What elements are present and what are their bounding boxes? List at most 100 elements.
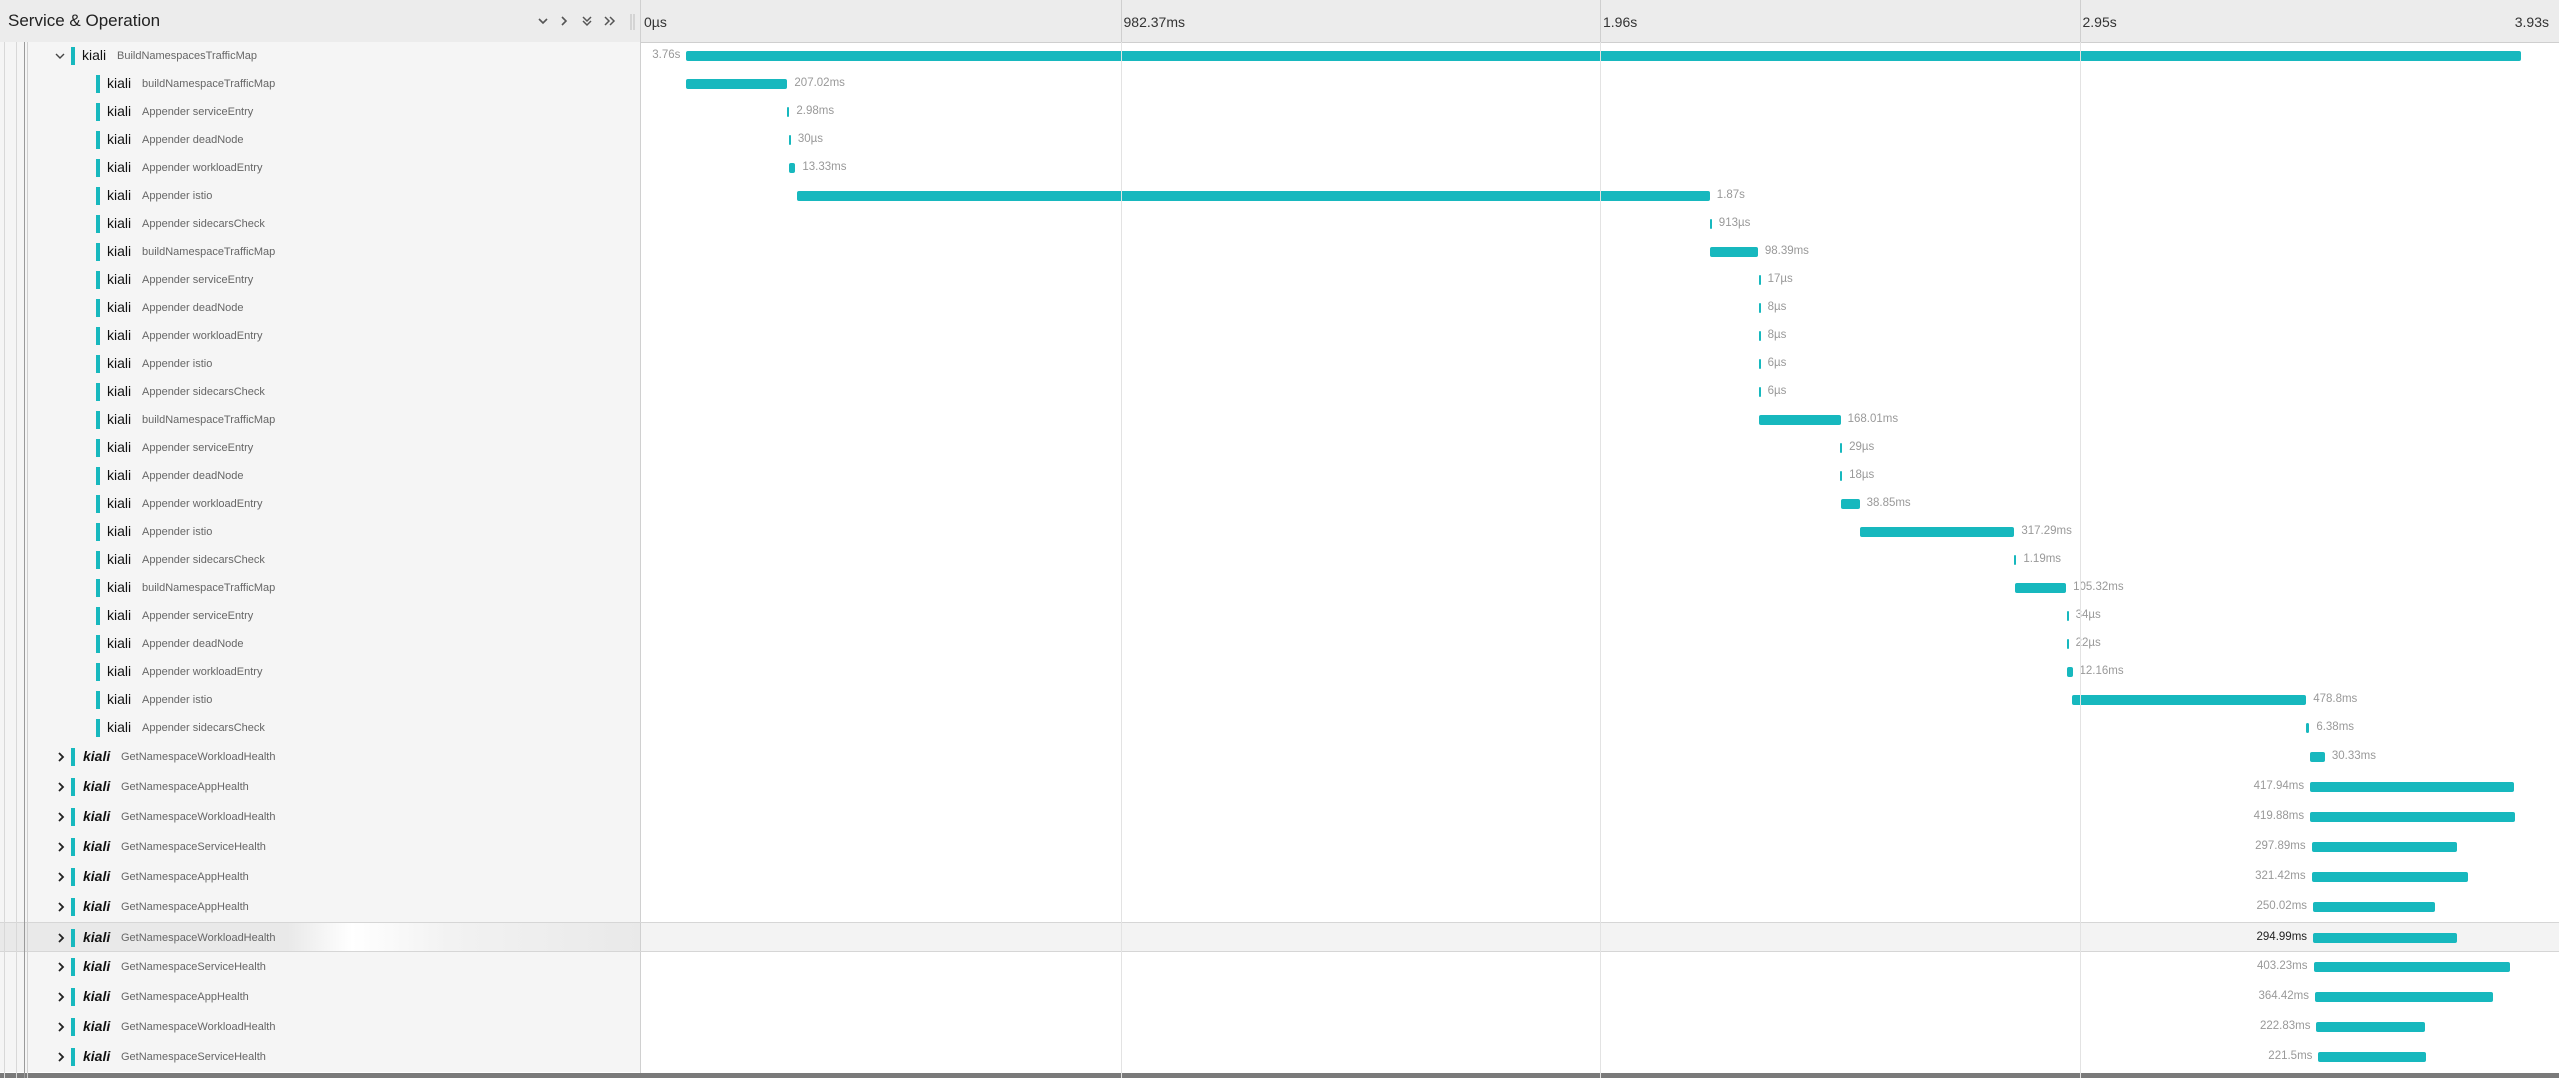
- span-row[interactable]: kiali Appender istio 1.87s: [0, 182, 2559, 210]
- span-name-cell[interactable]: kiali buildNamespaceTrafficMap: [0, 574, 640, 602]
- span-duration-bar[interactable]: [1758, 275, 1761, 285]
- span-row[interactable]: kiali GetNamespaceAppHealth 364.42ms: [0, 982, 2559, 1012]
- span-duration-bar[interactable]: [2313, 902, 2436, 912]
- span-row[interactable]: kiali Appender serviceEntry 2.98ms: [0, 98, 2559, 126]
- span-duration-bar[interactable]: [1758, 387, 1761, 397]
- expand-span-toggle[interactable]: [54, 750, 68, 764]
- span-duration-bar[interactable]: [2066, 639, 2069, 649]
- span-row[interactable]: kiali Appender workloadEntry 8µs: [0, 322, 2559, 350]
- span-name-cell[interactable]: kiali Appender workloadEntry: [0, 658, 640, 686]
- span-duration-bar[interactable]: [788, 135, 791, 145]
- collapse-span-toggle[interactable]: [53, 49, 67, 63]
- span-name-cell[interactable]: kiali Appender istio: [0, 350, 640, 378]
- span-row[interactable]: kiali GetNamespaceServiceHealth 403.23ms: [0, 952, 2559, 982]
- span-duration-bar[interactable]: [2311, 842, 2457, 852]
- span-name-cell[interactable]: kiali Appender istio: [0, 518, 640, 546]
- span-name-cell[interactable]: kiali Appender deadNode: [0, 462, 640, 490]
- span-row[interactable]: kiali buildNamespaceTrafficMap 168.01ms: [0, 406, 2559, 434]
- span-name-cell[interactable]: kiali buildNamespaceTrafficMap: [0, 238, 640, 266]
- expand-all-button[interactable]: [599, 6, 621, 36]
- span-name-cell[interactable]: kiali Appender sidecarsCheck: [0, 714, 640, 742]
- span-row[interactable]: kiali Appender istio 317.29ms: [0, 518, 2559, 546]
- span-name-cell[interactable]: kiali Appender sidecarsCheck: [0, 378, 640, 406]
- span-row[interactable]: kiali Appender deadNode 30µs: [0, 126, 2559, 154]
- span-row[interactable]: kiali Appender sidecarsCheck 6µs: [0, 378, 2559, 406]
- expand-span-toggle[interactable]: [54, 870, 68, 884]
- span-name-cell[interactable]: kiali Appender serviceEntry: [0, 98, 640, 126]
- span-duration-bar[interactable]: [1758, 303, 1761, 313]
- span-row[interactable]: kiali GetNamespaceWorkloadHealth 30.33ms: [0, 742, 2559, 772]
- span-name-cell[interactable]: kiali GetNamespaceWorkloadHealth: [0, 802, 640, 832]
- span-row[interactable]: kiali GetNamespaceServiceHealth 221.5ms: [0, 1042, 2559, 1072]
- span-name-cell[interactable]: kiali Appender sidecarsCheck: [0, 546, 640, 574]
- span-duration-bar[interactable]: [686, 51, 2522, 61]
- span-duration-bar[interactable]: [2072, 695, 2307, 705]
- span-row[interactable]: kiali buildNamespaceTrafficMap 98.39ms: [0, 238, 2559, 266]
- horizontal-scrollbar-thumb[interactable]: [0, 1073, 2559, 1078]
- span-row[interactable]: kiali Appender sidecarsCheck 913µs: [0, 210, 2559, 238]
- expand-span-toggle[interactable]: [54, 990, 68, 1004]
- span-row[interactable]: kiali Appender istio 478.8ms: [0, 686, 2559, 714]
- span-row[interactable]: kiali Appender workloadEntry 12.16ms: [0, 658, 2559, 686]
- span-name-cell[interactable]: kiali Appender workloadEntry: [0, 154, 640, 182]
- span-row[interactable]: kiali Appender workloadEntry 38.85ms: [0, 490, 2559, 518]
- span-row[interactable]: kiali Appender sidecarsCheck 6.38ms: [0, 714, 2559, 742]
- span-row[interactable]: kiali buildNamespaceTrafficMap 207.02ms: [0, 70, 2559, 98]
- span-name-cell[interactable]: kiali GetNamespaceServiceHealth: [0, 832, 640, 862]
- span-name-cell[interactable]: kiali GetNamespaceAppHealth: [0, 862, 640, 892]
- span-duration-bar[interactable]: [2318, 1052, 2427, 1062]
- span-row[interactable]: kiali buildNamespaceTrafficMap 105.32ms: [0, 574, 2559, 602]
- span-name-cell[interactable]: kiali Appender deadNode: [0, 294, 640, 322]
- span-name-cell[interactable]: kiali GetNamespaceWorkloadHealth: [0, 742, 640, 772]
- span-duration-bar[interactable]: [1758, 415, 1841, 425]
- expand-span-toggle[interactable]: [54, 780, 68, 794]
- expand-span-toggle[interactable]: [54, 931, 68, 945]
- span-name-cell[interactable]: kiali Appender istio: [0, 182, 640, 210]
- span-duration-bar[interactable]: [2313, 962, 2511, 972]
- span-duration-bar[interactable]: [2066, 667, 2073, 677]
- span-name-cell[interactable]: kiali Appender deadNode: [0, 630, 640, 658]
- span-duration-bar[interactable]: [1709, 247, 1758, 257]
- span-duration-bar[interactable]: [2306, 723, 2310, 733]
- expand-span-toggle[interactable]: [54, 1050, 68, 1064]
- span-row[interactable]: kiali Appender sidecarsCheck 1.19ms: [0, 546, 2559, 574]
- span-row[interactable]: kiali Appender deadNode 18µs: [0, 462, 2559, 490]
- collapse-all-button[interactable]: [576, 6, 598, 36]
- span-name-cell[interactable]: kiali Appender workloadEntry: [0, 490, 640, 518]
- expand-span-toggle[interactable]: [54, 960, 68, 974]
- span-name-cell[interactable]: kiali GetNamespaceAppHealth: [0, 982, 640, 1012]
- span-name-cell[interactable]: kiali GetNamespaceWorkloadHealth: [0, 923, 640, 951]
- span-row[interactable]: kiali Appender istio 6µs: [0, 350, 2559, 378]
- span-duration-bar[interactable]: [2014, 555, 2017, 565]
- expand-span-toggle[interactable]: [54, 900, 68, 914]
- span-duration-bar[interactable]: [1859, 527, 2015, 537]
- span-duration-bar[interactable]: [2311, 872, 2469, 882]
- span-duration-bar[interactable]: [2310, 812, 2516, 822]
- span-duration-bar[interactable]: [787, 107, 790, 117]
- span-duration-bar[interactable]: [686, 79, 788, 89]
- span-row[interactable]: kiali BuildNamespacesTrafficMap 3.76s: [0, 42, 2559, 70]
- expand-span-toggle[interactable]: [54, 810, 68, 824]
- span-duration-bar[interactable]: [1709, 219, 1712, 229]
- span-duration-bar[interactable]: [1840, 471, 1843, 481]
- span-row[interactable]: kiali Appender serviceEntry 29µs: [0, 434, 2559, 462]
- span-name-cell[interactable]: kiali Appender deadNode: [0, 126, 640, 154]
- span-name-cell[interactable]: kiali Appender serviceEntry: [0, 266, 640, 294]
- expand-one-button[interactable]: [553, 6, 575, 36]
- span-duration-bar[interactable]: [2313, 933, 2457, 943]
- span-duration-bar[interactable]: [797, 191, 1710, 201]
- span-duration-bar[interactable]: [2316, 1022, 2426, 1032]
- span-name-cell[interactable]: kiali BuildNamespacesTrafficMap: [0, 42, 640, 70]
- span-name-cell[interactable]: kiali GetNamespaceWorkloadHealth: [0, 1012, 640, 1042]
- expand-span-toggle[interactable]: [54, 840, 68, 854]
- span-duration-bar[interactable]: [788, 163, 796, 173]
- span-row[interactable]: kiali GetNamespaceAppHealth 250.02ms: [0, 892, 2559, 922]
- span-duration-bar[interactable]: [1758, 331, 1761, 341]
- span-row[interactable]: kiali Appender deadNode 22µs: [0, 630, 2559, 658]
- span-name-cell[interactable]: kiali buildNamespaceTrafficMap: [0, 406, 640, 434]
- span-row[interactable]: kiali GetNamespaceAppHealth 321.42ms: [0, 862, 2559, 892]
- span-duration-bar[interactable]: [2310, 752, 2325, 762]
- span-name-cell[interactable]: kiali GetNamespaceAppHealth: [0, 772, 640, 802]
- span-name-cell[interactable]: kiali Appender sidecarsCheck: [0, 210, 640, 238]
- span-name-cell[interactable]: kiali Appender workloadEntry: [0, 322, 640, 350]
